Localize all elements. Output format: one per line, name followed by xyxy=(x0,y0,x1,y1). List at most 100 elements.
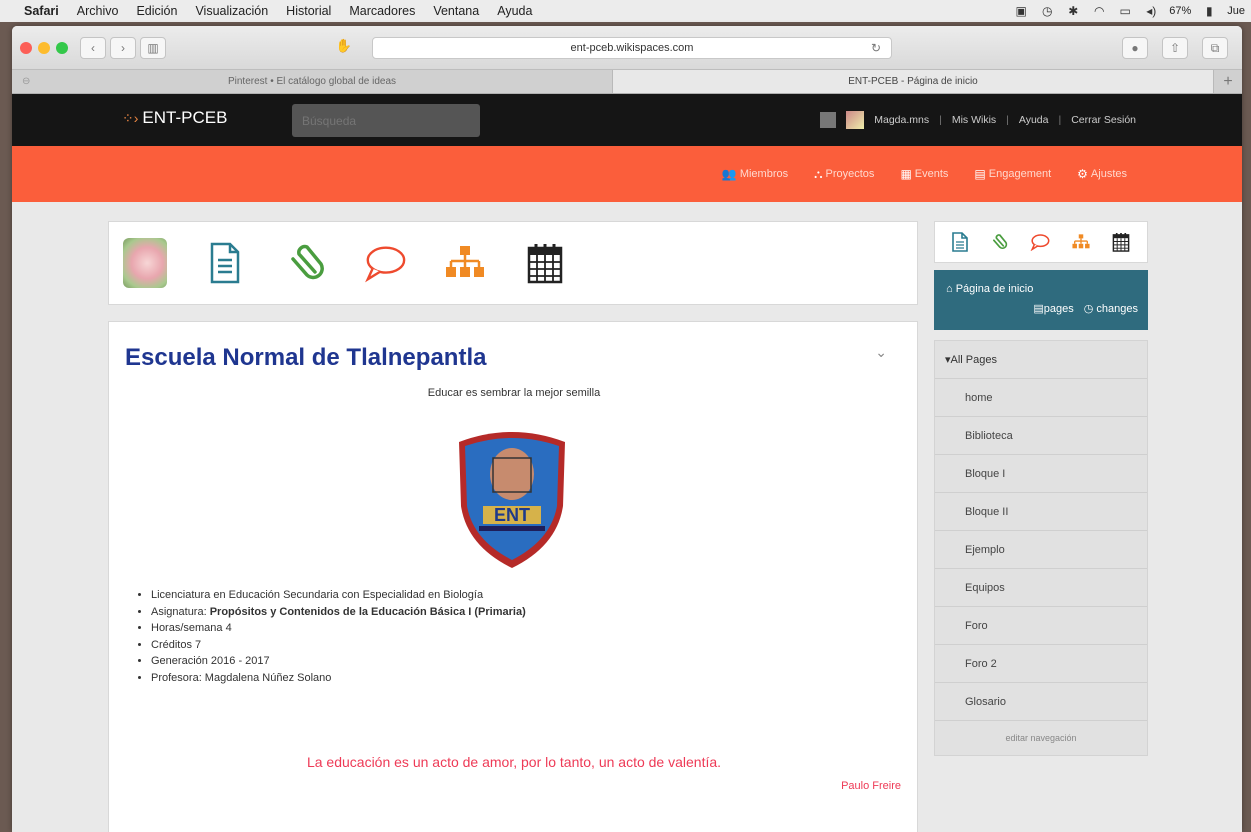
time-machine-icon[interactable]: ◷ xyxy=(1039,4,1055,18)
zoom-window-button[interactable] xyxy=(56,41,68,54)
tab-ent-pceb[interactable]: ENT-PCEB - Página de inicio xyxy=(613,70,1214,93)
tabs-overview-icon[interactable]: ⧉ xyxy=(1202,37,1228,59)
pages-link[interactable]: ▤pages xyxy=(1033,302,1073,315)
tab-label: ENT-PCEB - Página de inicio xyxy=(848,76,978,87)
forward-button[interactable]: › xyxy=(110,36,136,59)
site-logo[interactable]: ⁘› ENT-PCEB xyxy=(122,108,227,128)
sidebar-item-bloque-i[interactable]: Bloque I xyxy=(935,455,1147,493)
list-item: Licenciatura en Educación Secundaria con… xyxy=(151,587,526,604)
page-body: Escuela Normal de Tlalnepantla ⌄ Educar … xyxy=(12,202,1242,832)
calendar-icon[interactable] xyxy=(523,238,567,288)
battery-icon[interactable]: ▮ xyxy=(1201,4,1217,18)
nav-settings[interactable]: ⚙ Ajustes xyxy=(1077,167,1127,181)
school-shield-logo: ENT xyxy=(459,432,565,568)
sitemap-icon[interactable] xyxy=(443,238,487,288)
sitemap-icon[interactable] xyxy=(1072,233,1090,251)
comment-icon[interactable] xyxy=(1030,233,1050,251)
wifi-icon[interactable]: ◠ xyxy=(1091,4,1107,18)
address-bar[interactable]: ent-pceb.wikispaces.com ↻ xyxy=(372,37,892,59)
window-controls xyxy=(20,41,68,54)
extension-icon[interactable]: ● xyxy=(1122,37,1148,59)
sidebar-item-equipos[interactable]: Equipos xyxy=(935,569,1147,607)
sidebar-item-foro[interactable]: Foro xyxy=(935,607,1147,645)
logout-link[interactable]: Cerrar Sesión xyxy=(1071,114,1136,126)
sidebar-item-ejemplo[interactable]: Ejemplo xyxy=(935,531,1147,569)
share-icon[interactable]: ⇧ xyxy=(1162,37,1188,59)
document-icon[interactable] xyxy=(203,238,247,288)
page-content: Escuela Normal de Tlalnepantla ⌄ Educar … xyxy=(108,321,918,832)
comment-icon[interactable] xyxy=(363,238,407,288)
reload-icon[interactable]: ↻ xyxy=(871,41,881,55)
quote-text: La educación es un acto de amor, por lo … xyxy=(306,754,722,770)
tab-bar: ⊖ Pinterest • El catálogo global de idea… xyxy=(12,70,1242,94)
hand-icon[interactable]: ✋ xyxy=(332,38,356,58)
nav-engagement[interactable]: ▤ Engagement xyxy=(974,167,1051,181)
nav-projects[interactable]: ⛬ Proyectos xyxy=(814,167,874,182)
pages-icon: ▤ xyxy=(1033,303,1044,315)
list-item: Asignatura: Propósitos y Contenidos de l… xyxy=(151,604,526,621)
minimize-window-button[interactable] xyxy=(38,41,50,54)
sidebar-item-home[interactable]: home xyxy=(935,379,1147,417)
notifications-icon[interactable] xyxy=(820,112,837,128)
search-input[interactable] xyxy=(292,104,480,137)
close-window-button[interactable] xyxy=(20,41,32,54)
app-status-icon[interactable]: ▣ xyxy=(1013,4,1029,18)
sidebar-item-glosario[interactable]: Glosario xyxy=(935,683,1147,721)
edit-navigation-link[interactable]: editar navegación xyxy=(935,721,1147,755)
menu-safari[interactable]: Safari xyxy=(14,4,68,18)
shield-text: ENT xyxy=(494,505,530,525)
menu-ventana[interactable]: Ventana xyxy=(424,4,488,18)
menu-historial[interactable]: Historial xyxy=(277,4,340,18)
page-tagline: Educar es sembrar la mejor semilla xyxy=(427,387,601,399)
volume-icon[interactable]: ◂) xyxy=(1143,4,1159,18)
menu-edicion[interactable]: Edición xyxy=(127,4,186,18)
all-pages-toggle[interactable]: ▾ All Pages xyxy=(935,341,1147,379)
sidebar-page-list: ▾ All Pages home Biblioteca Bloque I Blo… xyxy=(934,340,1148,756)
quote-author: Paulo Freire xyxy=(841,780,901,792)
sidebar-toggle-icon[interactable]: ▥ xyxy=(140,36,166,59)
list-item: Generación 2016 - 2017 xyxy=(151,653,526,670)
chevron-down-icon[interactable]: ⌄ xyxy=(875,344,887,361)
new-tab-button[interactable]: + xyxy=(1214,70,1242,93)
toolbar-right: ● ⇧ ⧉ xyxy=(1122,37,1232,59)
nav-members[interactable]: 👥 Miembros xyxy=(722,167,788,181)
help-link[interactable]: Ayuda xyxy=(1019,114,1049,126)
home-link[interactable]: ⌂ Página de inicio xyxy=(946,283,1033,295)
browser-toolbar: ‹ › ▥ ✋ ent-pceb.wikispaces.com ↻ ● ⇧ ⧉ xyxy=(12,26,1242,70)
list-item: Horas/semana 4 xyxy=(151,620,526,637)
bluetooth-icon[interactable]: ✱ xyxy=(1065,4,1081,18)
status-area: ▣ ◷ ✱ ◠ ▭ ◂) 67% ▮ Jue xyxy=(1013,4,1251,18)
back-button[interactable]: ‹ xyxy=(80,36,106,59)
sidebar-item-foro-2[interactable]: Foro 2 xyxy=(935,645,1147,683)
clock[interactable]: Jue xyxy=(1227,5,1245,17)
tab-pinterest[interactable]: ⊖ Pinterest • El catálogo global de idea… xyxy=(12,70,613,93)
menu-archivo[interactable]: Archivo xyxy=(68,4,128,18)
airplay-icon[interactable]: ▭ xyxy=(1117,4,1133,18)
nav-items: 👥 Miembros ⛬ Proyectos ▦ Events ▤ Engagement… xyxy=(722,146,1127,202)
changes-link[interactable]: ◷ changes xyxy=(1084,302,1138,315)
clock-icon: ◷ xyxy=(1083,303,1097,315)
sidebar-item-bloque-ii[interactable]: Bloque II xyxy=(935,493,1147,531)
attachment-icon[interactable] xyxy=(283,238,327,288)
battery-percent[interactable]: 67% xyxy=(1169,5,1191,17)
user-name-link[interactable]: Magda.mns xyxy=(874,114,929,126)
menu-marcadores[interactable]: Marcadores xyxy=(340,4,424,18)
page-icon-bar xyxy=(108,221,918,305)
my-wikis-link[interactable]: Mis Wikis xyxy=(952,114,996,126)
members-icon: 👥 xyxy=(721,167,737,181)
apple-menu[interactable] xyxy=(0,0,14,22)
user-menu: Magda.mns | Mis Wikis | Ayuda | Cerrar S… xyxy=(820,94,1136,146)
menu-ayuda[interactable]: Ayuda xyxy=(488,4,541,18)
sidebar-item-biblioteca[interactable]: Biblioteca xyxy=(935,417,1147,455)
calendar-icon[interactable] xyxy=(1112,232,1130,252)
nav-events[interactable]: ▦ Events xyxy=(900,167,948,181)
tab-close-icon[interactable]: ⊖ xyxy=(22,76,30,87)
url-text: ent-pceb.wikispaces.com xyxy=(570,42,694,54)
page-title: Escuela Normal de Tlalnepantla xyxy=(125,344,487,371)
home-icon: ⌂ xyxy=(946,283,956,295)
site-nav-bar: 👥 Miembros ⛬ Proyectos ▦ Events ▤ Engagement… xyxy=(12,146,1242,202)
page-icon[interactable] xyxy=(952,232,968,252)
avatar[interactable] xyxy=(846,111,865,129)
menu-visualizacion[interactable]: Visualización xyxy=(186,4,277,18)
attachment-icon[interactable] xyxy=(990,233,1008,251)
